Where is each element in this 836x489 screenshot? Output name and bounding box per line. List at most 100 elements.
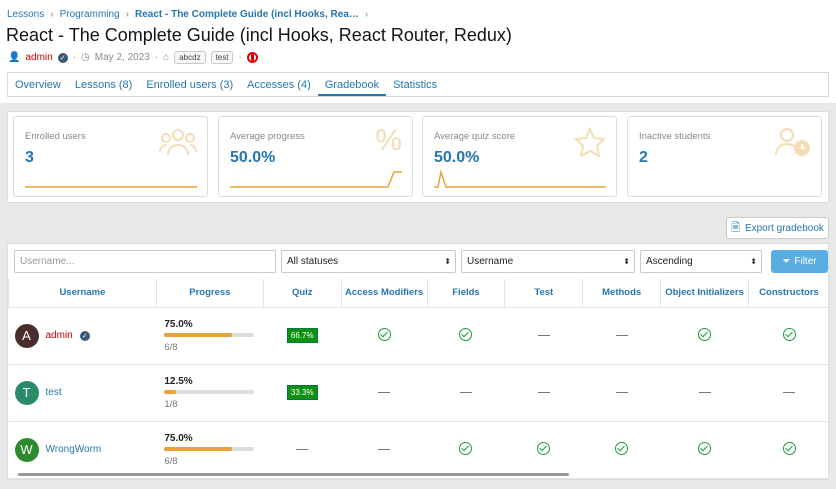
table-row: W WrongWorm 75.0% 6/8 [8, 421, 828, 479]
verified-icon: ✓ [57, 52, 68, 63]
status-select-value: All statuses [287, 256, 339, 267]
username-search-input[interactable]: Username... [14, 250, 276, 273]
page-meta: 👤 admin ✓ · ◷ May 2, 2023 · ⌂ abcdz test… [8, 51, 258, 64]
progress-bar [164, 332, 255, 337]
power-icon[interactable] [246, 52, 258, 63]
stat-value: 50.0% [434, 149, 480, 166]
chevron-right-icon: › [125, 9, 129, 20]
col-object-initializers[interactable]: Object Initializers [660, 279, 749, 308]
tab-bar: Overview Lessons (8) Enrolled users (3) … [7, 72, 829, 97]
percent-icon: % [375, 124, 402, 157]
col-progress[interactable]: Progress [155, 279, 264, 308]
username-link[interactable]: admin [46, 330, 73, 341]
sparkline [25, 186, 197, 188]
stat-value: 3 [25, 149, 34, 166]
col-fields[interactable]: Fields [426, 279, 506, 308]
horizontal-scrollbar[interactable] [18, 473, 569, 476]
filter-button[interactable]: ⏷ Filter [771, 250, 828, 273]
username-link[interactable]: test [46, 387, 62, 398]
stats-panel: Enrolled users 3 Average progress 50.0% … [7, 111, 829, 203]
tab-lessons[interactable]: Lessons (8) [68, 73, 139, 96]
star-icon [573, 126, 607, 162]
quiz-score-badge: 33.3% [286, 385, 318, 400]
stat-card-enrolled: Enrolled users 3 [13, 116, 208, 197]
tab-gradebook[interactable]: Gradebook [317, 73, 387, 96]
export-gradebook-button[interactable]: 🗎 Export gradebook [726, 217, 829, 239]
col-constructors[interactable]: Constructors [748, 279, 828, 308]
post-date: May 2, 2023 [94, 52, 150, 63]
breadcrumb: Lessons › Programming › React - The Comp… [7, 9, 368, 20]
col-username[interactable]: Username [8, 279, 157, 308]
stat-value: 2 [639, 149, 648, 166]
col-methods[interactable]: Methods [582, 279, 662, 308]
progress-bar-fill [164, 389, 176, 394]
dash-icon [459, 391, 472, 393]
username-cell: W WrongWorm [8, 421, 157, 479]
stat-label: Enrolled users [25, 131, 86, 142]
lesson-cell [427, 364, 505, 422]
lesson-cell [427, 307, 505, 365]
select-arrows-icon: ⬍ [623, 257, 630, 266]
check-circle-icon [537, 441, 551, 455]
lesson-cell [341, 421, 428, 479]
lesson-cell [504, 307, 583, 365]
sort-by-select[interactable]: Username ⬍ [461, 250, 635, 273]
dash-icon [537, 391, 550, 393]
tab-overview[interactable]: Overview [8, 73, 68, 96]
author-link[interactable]: admin [25, 52, 52, 63]
stat-label: Average progress [230, 131, 305, 142]
avatar[interactable]: T [14, 380, 39, 405]
check-circle-icon [782, 441, 796, 455]
filter-icon: ⏷ [782, 256, 791, 267]
status-select[interactable]: All statuses ⬍ [281, 250, 456, 273]
tag-abcdz[interactable]: abcdz [174, 51, 206, 64]
breadcrumb-programming[interactable]: Programming [60, 9, 120, 20]
check-circle-icon [698, 327, 712, 341]
order-value: Ascending [646, 256, 693, 267]
col-quiz[interactable]: Quiz [262, 279, 342, 308]
progress-bar-fill [164, 332, 232, 337]
check-circle-icon [615, 441, 629, 455]
tab-statistics[interactable]: Statistics [386, 73, 444, 96]
col-access-modifiers[interactable]: Access Modifiers [340, 279, 428, 308]
username-link[interactable]: WrongWorm [46, 444, 102, 455]
dot-separator: · [154, 52, 159, 63]
stat-card-progress: Average progress 50.0% % [218, 116, 413, 197]
chevron-right-icon: › [50, 9, 54, 20]
sparkline [230, 171, 402, 188]
order-select[interactable]: Ascending ⬍ [640, 250, 762, 273]
dash-icon [378, 391, 391, 393]
table-header-row: Username Progress Quiz Access Modifiers … [8, 279, 828, 308]
lesson-cell [660, 421, 749, 479]
avatar[interactable]: W [14, 437, 39, 462]
lesson-cell [427, 421, 505, 479]
stat-card-inactive: Inactive students 2 [627, 116, 822, 197]
filter-bar: Username... All statuses ⬍ Username ⬍ As… [14, 250, 828, 273]
quiz-score-badge: 66.7% [286, 328, 318, 343]
gradebook-panel: Username... All statuses ⬍ Username ⬍ As… [7, 243, 829, 480]
col-test[interactable]: Test [504, 279, 584, 308]
lesson-cell [504, 421, 583, 479]
breadcrumb-lessons[interactable]: Lessons [7, 9, 44, 20]
file-icon: 🗎 [731, 221, 740, 234]
tag-test[interactable]: test [210, 51, 234, 64]
check-circle-icon [459, 327, 473, 341]
progress-bar [164, 446, 255, 451]
tab-enrolled-users[interactable]: Enrolled users (3) [139, 73, 240, 96]
filter-label: Filter [794, 256, 817, 267]
username-cell: T test [8, 364, 157, 422]
stat-value: 50.0% [230, 149, 276, 166]
progress-percent: 75.0% [164, 318, 193, 330]
dash-icon [615, 391, 628, 393]
lesson-cell [504, 364, 583, 422]
progress-cell: 12.5% 1/8 [156, 364, 264, 422]
tab-accesses[interactable]: Accesses (4) [240, 73, 318, 96]
breadcrumb-current[interactable]: React - The Complete Guide (incl Hooks, … [135, 9, 359, 20]
check-circle-icon [698, 441, 712, 455]
clock-icon: ◷ [81, 52, 90, 63]
avatar[interactable]: A [14, 323, 39, 348]
select-arrows-icon: ⬍ [750, 257, 757, 266]
username-cell: A admin ✓ [8, 307, 157, 365]
lesson-cell [341, 364, 428, 422]
progress-bar [164, 389, 255, 394]
